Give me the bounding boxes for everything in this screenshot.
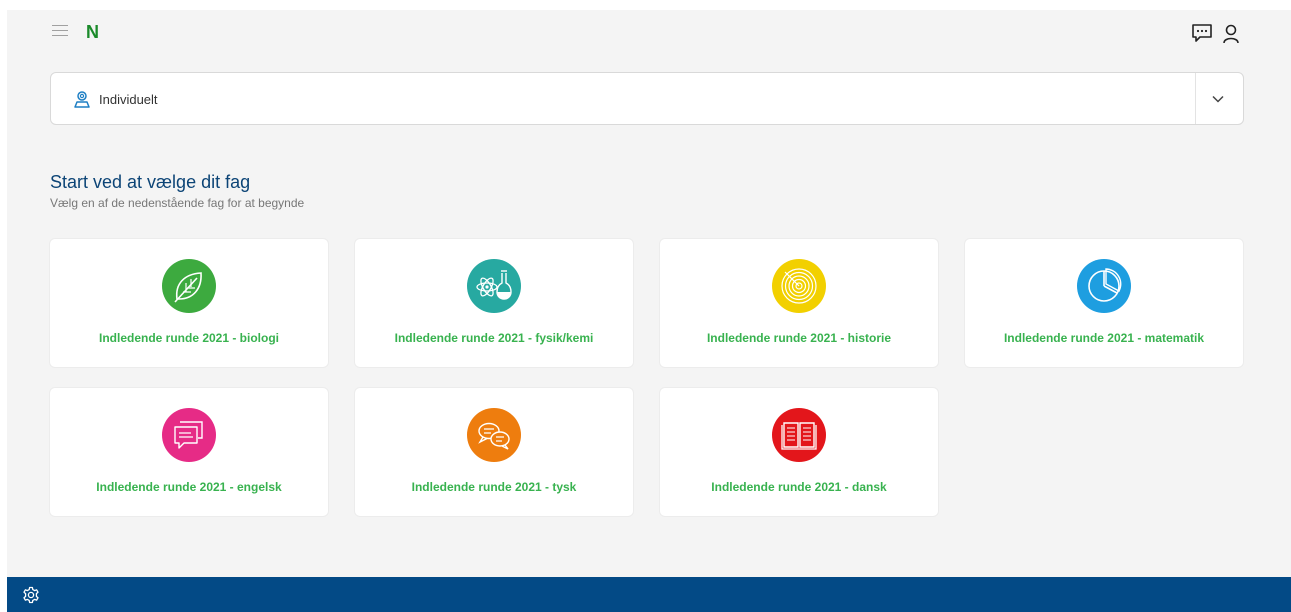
subject-label: Indledende runde 2021 - tysk: [411, 480, 577, 494]
subject-icon-circle: [162, 259, 216, 313]
pie-chart-icon: [1088, 268, 1122, 302]
gear-icon[interactable]: [22, 586, 40, 604]
chat-bubbles-icon: [478, 422, 510, 450]
subject-label: Indledende runde 2021 - fysik/kemi: [394, 331, 594, 345]
spiral-target-icon: [781, 268, 817, 304]
top-bar: N: [7, 10, 1291, 58]
subject-label: Indledende runde 2021 - dansk: [711, 480, 887, 494]
leaf-icon: [174, 272, 202, 303]
speech-bubbles-icon: [174, 421, 203, 449]
chevron-down-icon[interactable]: [1211, 92, 1225, 106]
user-icon[interactable]: [1223, 24, 1239, 44]
select-divider: [1195, 73, 1196, 124]
subject-icon-circle: [467, 259, 521, 313]
subject-label: Indledende runde 2021 - biologi: [98, 331, 280, 345]
hamburger-menu-icon[interactable]: [52, 25, 68, 39]
subject-icon-circle: [162, 408, 216, 462]
subject-card-tysk[interactable]: Indledende runde 2021 - tysk: [355, 388, 633, 516]
mode-select[interactable]: Individuelt: [50, 72, 1244, 125]
subject-card-historie[interactable]: Indledende runde 2021 - historie: [660, 239, 938, 367]
page-subtitle: Vælg en af de nedenstående fag for at be…: [50, 196, 305, 210]
subject-icon-circle: [772, 259, 826, 313]
subject-icon-circle: [772, 408, 826, 462]
footer-bar: [7, 577, 1291, 612]
subject-card-dansk[interactable]: Indledende runde 2021 - dansk: [660, 388, 938, 516]
subject-label: Indledende runde 2021 - matematik: [1003, 331, 1205, 345]
subject-icon-circle: [1077, 259, 1131, 313]
subject-card-fysik-kemi[interactable]: Indledende runde 2021 - fysik/kemi: [355, 239, 633, 367]
page-title: Start ved at vælge dit fag: [50, 172, 251, 192]
open-book-icon: [781, 422, 817, 450]
subject-card-biologi[interactable]: Indledende runde 2021 - biologi: [50, 239, 328, 367]
subject-card-engelsk[interactable]: Indledende runde 2021 - engelsk: [50, 388, 328, 516]
atom-flask-icon: [476, 270, 512, 300]
person-badge-icon: [74, 91, 90, 108]
logo[interactable]: N: [86, 22, 99, 43]
subject-label: Indledende runde 2021 - historie: [706, 331, 892, 345]
chat-icon[interactable]: [1191, 24, 1213, 42]
subject-label: Indledende runde 2021 - engelsk: [96, 480, 282, 494]
subject-card-matematik[interactable]: Indledende runde 2021 - matematik: [965, 239, 1243, 367]
subject-icon-circle: [467, 408, 521, 462]
app-shell: N Individuelt Start ved at vælge dit fag…: [7, 10, 1291, 577]
mode-select-value: Individuelt: [99, 92, 158, 107]
